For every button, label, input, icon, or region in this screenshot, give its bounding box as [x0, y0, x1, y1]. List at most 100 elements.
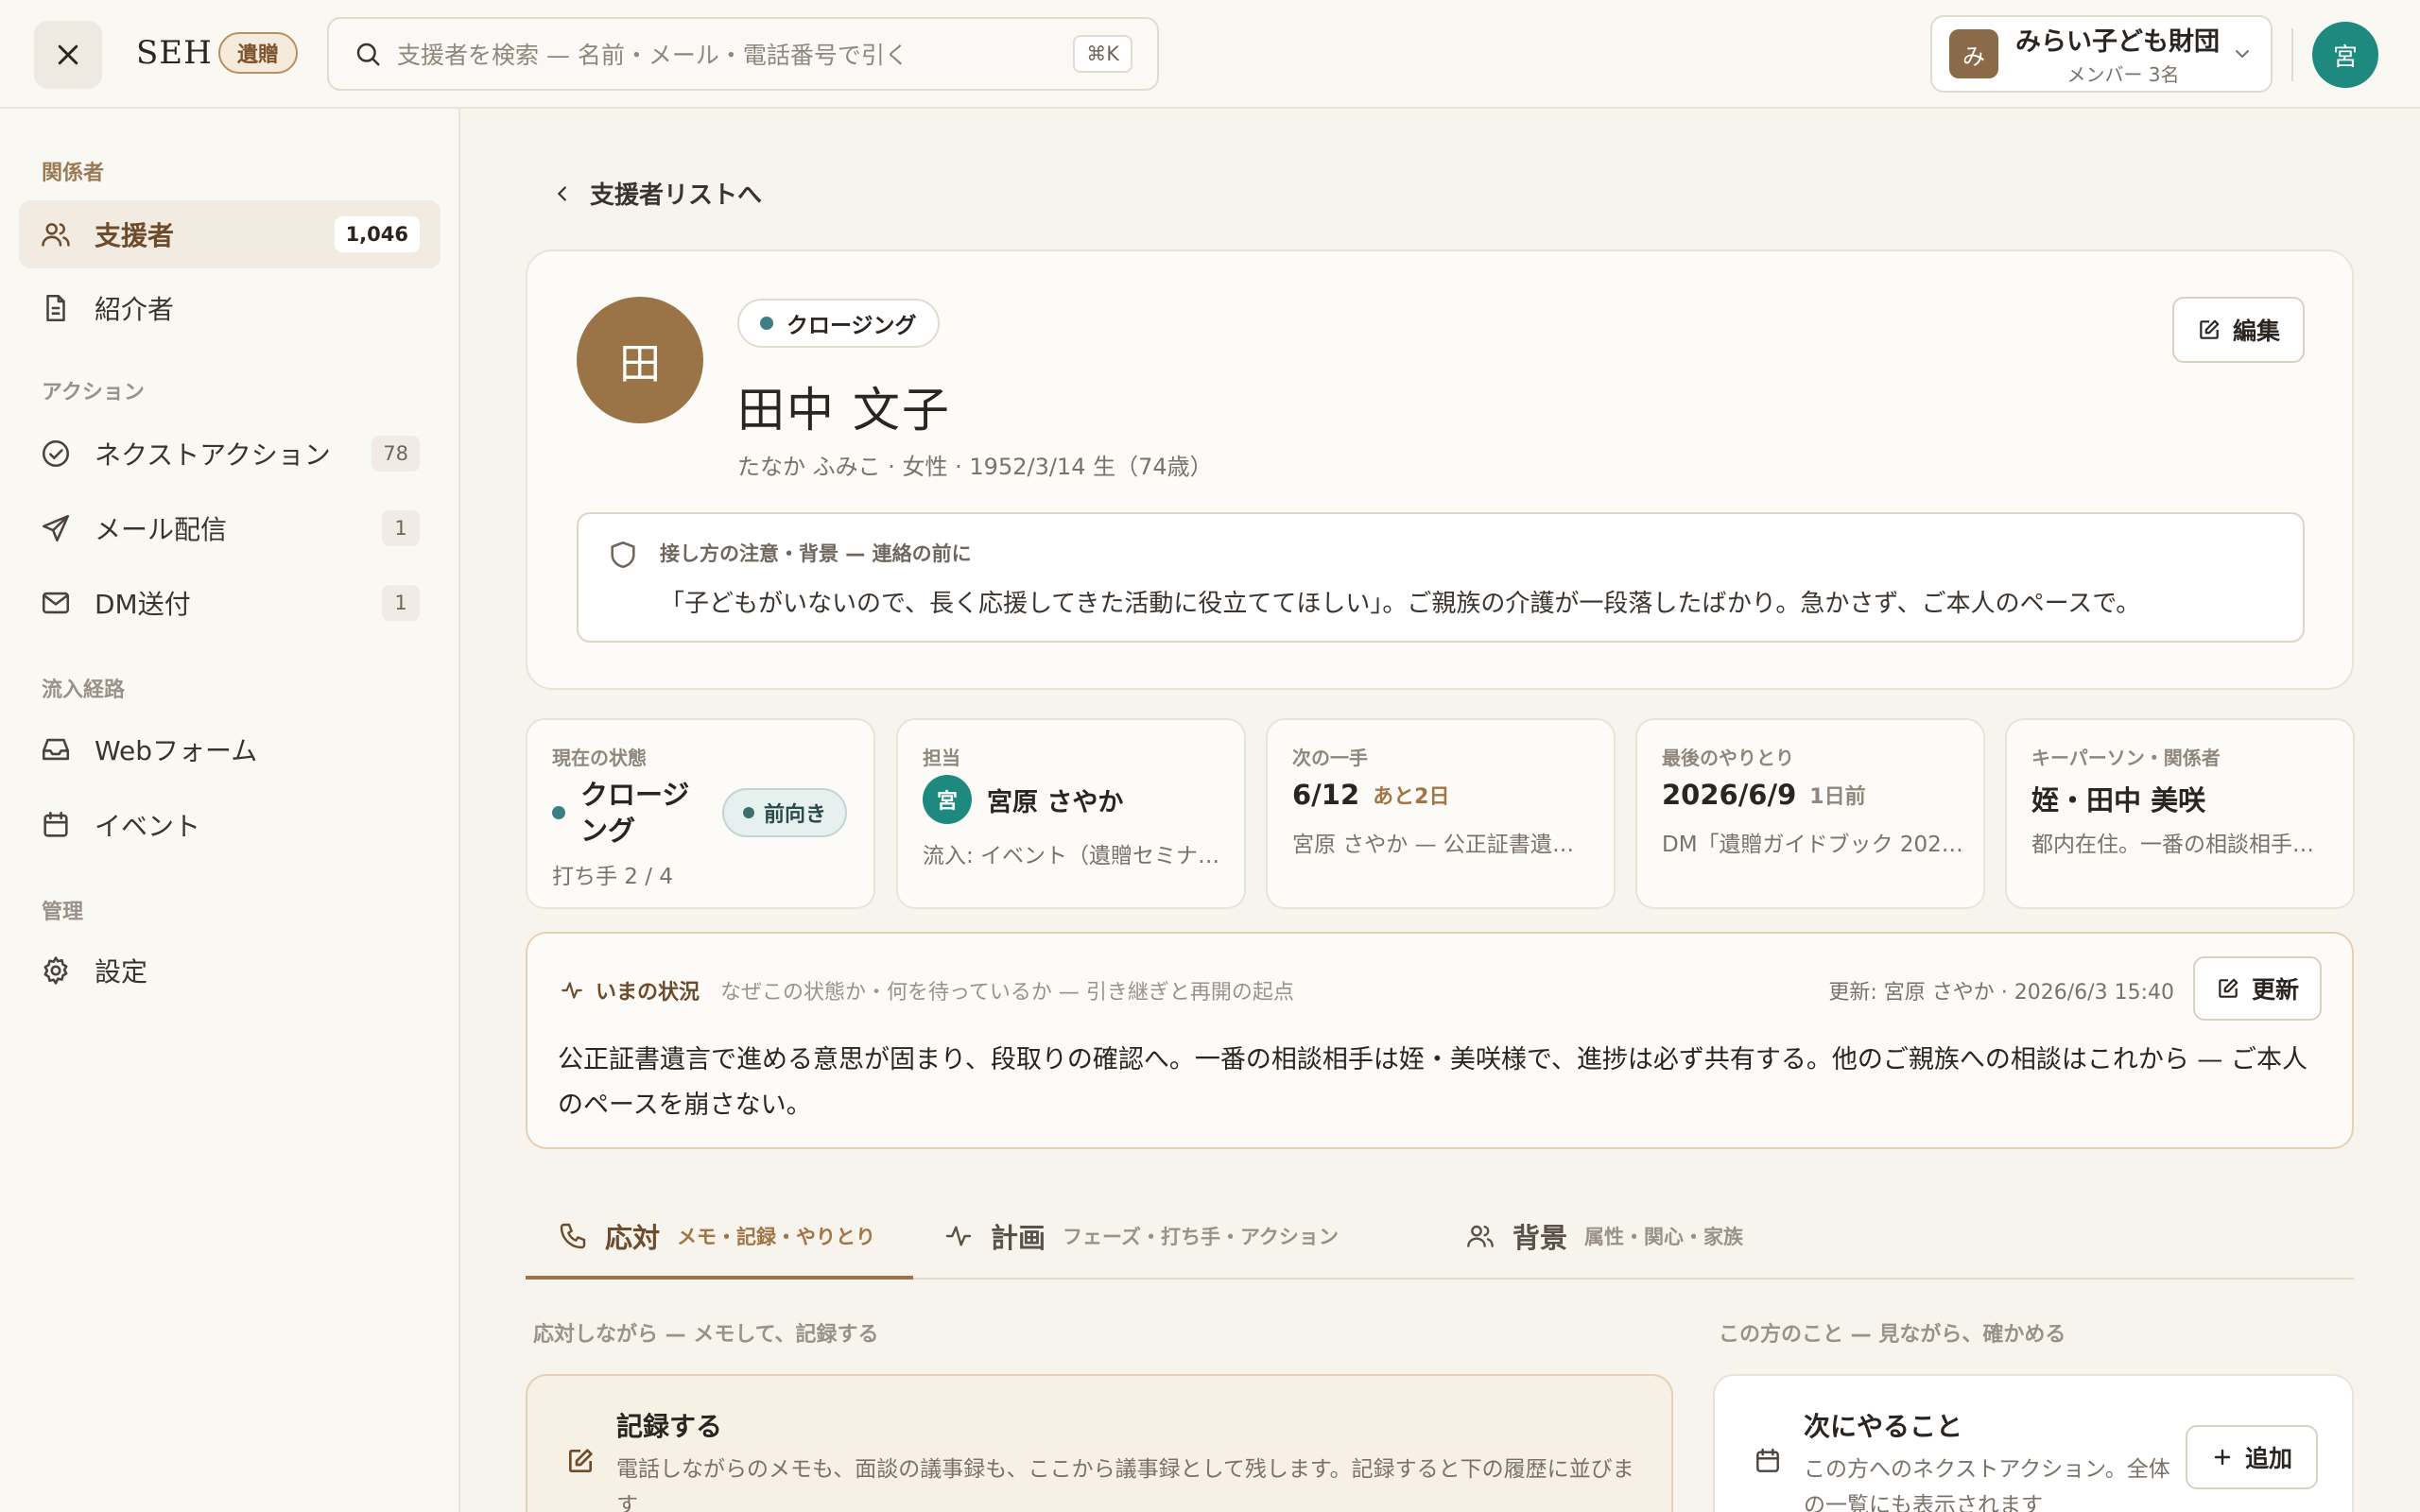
active-tab-indicator	[526, 1276, 913, 1280]
calendar-icon	[1756, 1448, 1779, 1472]
next-relative: あと2日	[1373, 785, 1450, 809]
sidebar-item-supporters[interactable]: 支援者 1,046	[19, 200, 441, 268]
tab-sublabel: メモ・記録・やりとり	[677, 1226, 876, 1248]
stat-current-state: 現在の状態 クロージ ング 前向き 打ち手 2 / 4	[526, 718, 875, 909]
sidebar-item-webform[interactable]: Webフォーム	[19, 715, 441, 783]
stat-title: 現在の状態	[552, 747, 647, 769]
stat-next-step: 次の一手 6/12 あと2日 宮原 さやか — 公正証書遺言の段取り確認	[1266, 718, 1616, 909]
stage-dot	[760, 317, 773, 330]
mail-icon	[42, 592, 70, 614]
tab-label: 計画	[991, 1222, 1046, 1254]
sidebar-item-label: 紹介者	[95, 294, 175, 325]
stage-label: クロージング	[786, 314, 917, 338]
last-relative: 1日前	[1809, 785, 1866, 809]
profile-meta: たなか ふみこ · 女性 · 1952/3/14 生（74歳）	[737, 454, 1213, 480]
left-column-label: 応対しながら — メモして、記録する	[533, 1323, 879, 1347]
sidebar-item-count: 1	[382, 585, 420, 621]
status-updated: 更新: 宮原 さやか · 2026/6/3 15:40	[1828, 981, 2174, 1005]
shield-icon	[611, 541, 635, 569]
edit-button[interactable]: 編集	[2172, 297, 2305, 363]
caution-title: 接し方の注意・背景 — 連絡の前に	[660, 542, 972, 565]
sidebar-item-count: 78	[372, 436, 420, 472]
plus-icon	[2214, 1449, 2231, 1466]
edit-icon	[569, 1449, 593, 1472]
add-label: 追加	[2244, 1445, 2292, 1472]
org-name: みらい子ども財団	[2015, 27, 2220, 57]
profile-card: 田 クロージング 田中 文子 たなか ふみこ · 女性 · 1952/3/14 …	[526, 249, 2354, 690]
sidebar-item-event[interactable]: イベント	[19, 791, 441, 859]
close-button[interactable]	[34, 21, 102, 89]
tab-background[interactable]: 背景 属性・関心・家族	[1433, 1193, 1743, 1280]
send-icon	[42, 514, 70, 542]
activity-icon	[562, 982, 582, 999]
tab-response[interactable]: 応対 メモ・記録・やりとり	[526, 1193, 875, 1280]
stat-state-value: クロージ ング	[552, 777, 689, 849]
tab-label: 応対	[605, 1222, 661, 1254]
document-icon	[46, 294, 65, 322]
sidebar-item-label: メール配信	[95, 514, 228, 545]
next-actions-title: 次にやること	[1804, 1411, 1963, 1442]
edit-icon	[2200, 319, 2220, 339]
update-label: 更新	[2251, 976, 2299, 1004]
profile-name: 田中 文子	[737, 383, 951, 438]
users-icon	[42, 223, 70, 247]
caution-panel: 接し方の注意・背景 — 連絡の前に 「子どもがいないので、長く応援してきた活動に…	[577, 512, 2305, 643]
org-switcher[interactable]: み みらい子ども財団 メンバー 3名	[1930, 15, 2273, 93]
next-date: 6/12	[1292, 779, 1360, 811]
next-actions-card: 次にやること この方へのネクストアクション。全体の一覧にも表示されます 追加	[1713, 1374, 2354, 1512]
app-header: SEH 遺贈 支援者を検索 — 名前・メール・電話番号で引く ⌘K み みらい子…	[0, 0, 2420, 109]
update-button[interactable]: 更新	[2193, 956, 2322, 1021]
sidebar-item-label: ネクストアクション	[95, 439, 331, 471]
record-card[interactable]: 記録する 電話しながらのメモも、面談の議事録も、ここから議事録として残します。記…	[526, 1374, 1673, 1512]
stage-badge: クロージング	[737, 299, 940, 348]
sidebar-item-next-actions[interactable]: ネクストアクション 78	[19, 420, 441, 488]
stat-sub: 流入: イベント（遺贈セミナー）	[923, 844, 1225, 868]
record-description: 電話しながらのメモも、面談の議事録も、ここから議事録として残します。記録すると下…	[616, 1457, 1634, 1512]
sidebar-item-settings[interactable]: 設定	[19, 936, 441, 1005]
back-link-label: 支援者リストへ	[590, 181, 763, 210]
sidebar-item-email[interactable]: メール配信 1	[19, 494, 441, 562]
stat-title: 担当	[923, 747, 960, 769]
inbox-icon	[42, 738, 70, 761]
close-icon	[58, 44, 78, 65]
sidebar-section-title: 関係者	[42, 162, 105, 185]
org-avatar: み	[1949, 29, 1998, 78]
stat-last-contact: 最後のやりとり 2026/6/9 1日前 DM「遺贈ガイドブック 2026」	[1635, 718, 1985, 909]
user-avatar[interactable]: 宮	[2312, 22, 2378, 88]
users-icon	[1467, 1225, 1494, 1247]
sentiment-dot	[743, 807, 754, 818]
sidebar-section-title: 管理	[42, 901, 84, 924]
record-title: 記録する	[616, 1411, 723, 1442]
stat-next-value: 6/12 あと2日	[1292, 779, 1449, 811]
tab-sublabel: フェーズ・打ち手・アクション	[1063, 1226, 1339, 1248]
header-divider	[2291, 28, 2293, 81]
sidebar: 関係者 支援者 1,046 紹介者 アクション ネクストアクション 78 メール…	[0, 109, 460, 1512]
owner-name: 宮原 さやか	[987, 787, 1124, 817]
detail-tabs: 応対 メモ・記録・やりとり 計画 フェーズ・打ち手・アクション 背景 属性・関心…	[526, 1193, 2354, 1280]
sentiment-label: 前向き	[764, 803, 827, 827]
edit-icon	[2219, 978, 2238, 998]
stat-sub: 都内在住。一番の相談相手です	[2031, 833, 2334, 857]
stat-sub: DM「遺贈ガイドブック 2026」	[1662, 833, 1964, 857]
back-to-list-link[interactable]: 支援者リストへ	[552, 176, 762, 211]
stat-owner-value: 宮 宮原 さやか	[923, 775, 1123, 824]
stat-title: 最後のやりとり	[1662, 747, 1794, 769]
status-description: なぜこの状態か・何を待っているか — 引き継ぎと再開の起点	[720, 981, 1294, 1005]
calendar-icon	[43, 811, 68, 837]
sidebar-item-label: Webフォーム	[95, 735, 258, 766]
stage-dot	[552, 806, 565, 819]
stat-owner: 担当 宮 宮原 さやか 流入: イベント（遺贈セミナー）	[896, 718, 1246, 909]
chevron-down-icon	[2236, 50, 2249, 59]
tab-plan[interactable]: 計画 フェーズ・打ち手・アクション	[911, 1193, 1339, 1280]
sidebar-item-referrers[interactable]: 紹介者	[19, 274, 441, 342]
search-input[interactable]: 支援者を検索 — 名前・メール・電話番号で引く ⌘K	[327, 17, 1159, 91]
check-circle-icon	[42, 439, 70, 468]
owner-avatar: 宮	[923, 775, 972, 824]
add-action-button[interactable]: 追加	[2186, 1425, 2318, 1489]
brand-badge: 遺贈	[218, 32, 299, 74]
sidebar-item-dm[interactable]: DM送付 1	[19, 569, 441, 637]
sidebar-item-count: 1,046	[334, 216, 420, 252]
sidebar-section-title: アクション	[42, 381, 145, 404]
current-status-card: いまの状況 なぜこの状態か・何を待っているか — 引き継ぎと再開の起点 更新: …	[526, 932, 2354, 1149]
status-label: いまの状況	[596, 981, 700, 1005]
